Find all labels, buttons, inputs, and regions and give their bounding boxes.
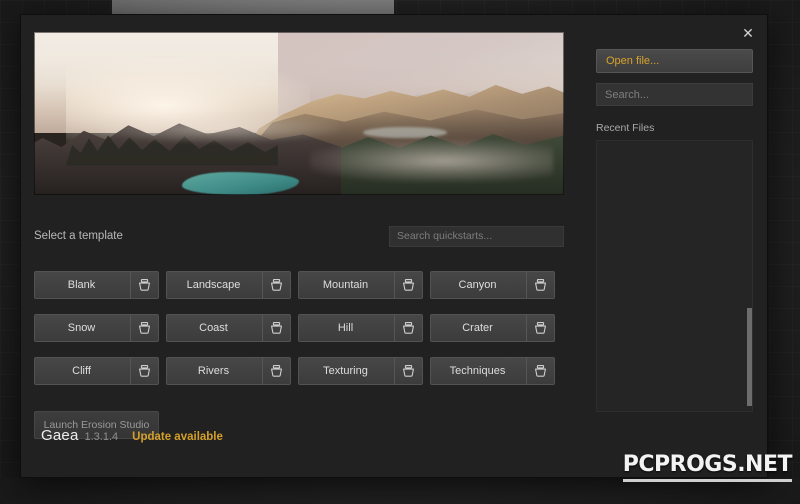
template-item-label: Snow: [67, 322, 96, 334]
template-grid: Blank Landscape Mountain Canyon Snow Coast Hil…: [34, 271, 564, 385]
template-item[interactable]: Landscape: [166, 271, 291, 299]
recent-files-label: Recent Files: [596, 122, 655, 134]
recent-files-search-input[interactable]: [596, 83, 753, 106]
template-item[interactable]: Techniques: [430, 357, 555, 385]
recent-files-scrollbar-track[interactable]: [747, 141, 752, 411]
template-item-label: Texturing: [323, 365, 368, 377]
template-item-label: Mountain: [322, 279, 369, 291]
template-item-label: Blank: [67, 279, 96, 291]
template-item[interactable]: Hill: [298, 314, 423, 342]
template-item-label: Crater: [462, 322, 493, 334]
bucket-icon[interactable]: [526, 358, 554, 384]
close-icon[interactable]: ✕: [735, 21, 761, 45]
left-column: Select a template Blank Landscape Mountain…: [34, 32, 564, 439]
template-item[interactable]: Texturing: [298, 357, 423, 385]
bucket-icon[interactable]: [526, 315, 554, 341]
recent-files-list[interactable]: [596, 140, 753, 412]
select-a-template-label: Select a template: [34, 230, 123, 242]
app-root: ✕ Select a template Search quickstarts..…: [0, 0, 800, 504]
template-item-label: Landscape: [186, 279, 241, 291]
start-dialog: ✕ Select a template Search quickstarts..…: [20, 14, 768, 478]
template-item[interactable]: Mountain: [298, 271, 423, 299]
bucket-icon[interactable]: [394, 272, 422, 298]
template-item[interactable]: Crater: [430, 314, 555, 342]
bucket-icon[interactable]: [394, 315, 422, 341]
recent-files-scrollbar-thumb[interactable]: [747, 308, 752, 406]
template-item-label: Cliff: [72, 365, 91, 377]
update-available-link[interactable]: Update available: [132, 431, 223, 443]
template-item[interactable]: Rivers: [166, 357, 291, 385]
open-file-label: Open file...: [606, 55, 660, 67]
right-column: Open file... Recent Files: [596, 49, 753, 412]
footer-branding: Gaea 1.3.1.4 Update available: [41, 427, 223, 444]
quickstart-search-input[interactable]: [389, 225, 564, 247]
bucket-icon[interactable]: [526, 272, 554, 298]
bucket-icon[interactable]: [130, 315, 158, 341]
template-item-label: Canyon: [458, 279, 497, 291]
bucket-icon[interactable]: [262, 358, 290, 384]
template-item[interactable]: Cliff: [34, 357, 159, 385]
template-item-label: Coast: [199, 322, 228, 334]
template-item-label: Techniques: [449, 365, 506, 377]
template-item[interactable]: Snow: [34, 314, 159, 342]
template-item[interactable]: Coast: [166, 314, 291, 342]
template-header: Select a template: [34, 225, 564, 247]
bucket-icon[interactable]: [130, 272, 158, 298]
bucket-icon[interactable]: [262, 315, 290, 341]
template-item-label: Rivers: [197, 365, 230, 377]
template-item-label: Hill: [337, 322, 354, 334]
template-item[interactable]: Canyon: [430, 271, 555, 299]
hero-frame: [34, 32, 564, 195]
open-file-button[interactable]: Open file...: [596, 49, 753, 73]
bucket-icon[interactable]: [394, 358, 422, 384]
bucket-icon[interactable]: [130, 358, 158, 384]
template-item[interactable]: Blank: [34, 271, 159, 299]
brand-version: 1.3.1.4: [84, 431, 119, 443]
hero-image: [34, 32, 564, 195]
brand-name: Gaea: [41, 427, 79, 444]
bucket-icon[interactable]: [262, 272, 290, 298]
